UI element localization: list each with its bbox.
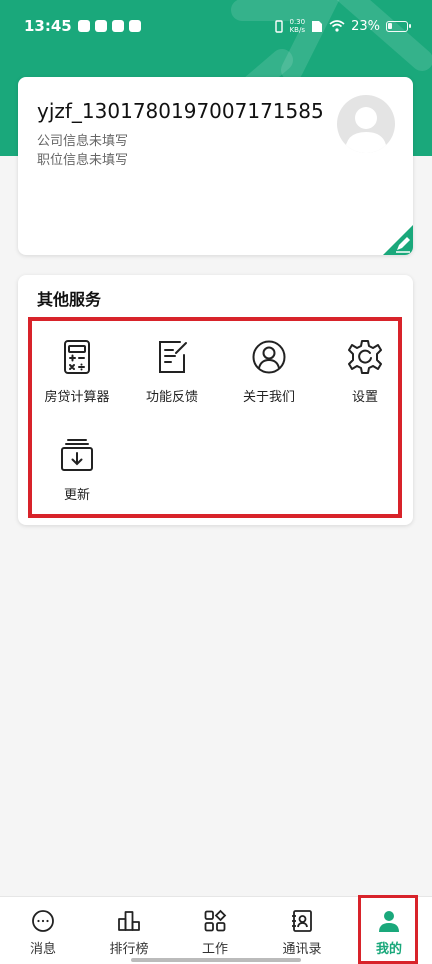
mortgage-calculator-button[interactable]: 房贷计算器 — [32, 323, 122, 413]
profile-card[interactable]: yjzf_1301780197007171585 公司信息未填写 职位信息未填写 — [18, 77, 413, 255]
wifi-icon — [329, 20, 345, 32]
about-us-button[interactable]: 关于我们 — [224, 323, 314, 413]
tiktok-notification-icon — [77, 20, 90, 32]
tab-ranking[interactable]: 排行榜 — [86, 897, 172, 964]
update-icon — [61, 439, 93, 471]
app-notification-icon-2 — [128, 20, 141, 32]
contacts-icon — [292, 910, 312, 932]
sim-icon — [312, 20, 323, 32]
service-label: 更新 — [63, 488, 90, 503]
app-notification-icon — [94, 20, 107, 32]
edit-profile-icon[interactable] — [383, 225, 413, 255]
battery-icon — [386, 20, 411, 32]
status-bar: 13:45 0.30 KB/s 23% — [0, 0, 432, 52]
active-tab-highlight — [358, 895, 418, 964]
network-speed: 0.30 KB/s — [290, 18, 306, 34]
company-info: 公司信息未填写 — [37, 134, 129, 149]
tab-work[interactable]: 工作 — [172, 897, 258, 964]
tab-label: 消息 — [29, 942, 56, 957]
network-speed-unit: KB/s — [289, 26, 305, 34]
user-circle-icon — [252, 340, 286, 374]
mail-notification-icon — [111, 20, 124, 32]
network-speed-value: 0.30 — [289, 18, 306, 26]
service-label: 设置 — [351, 390, 378, 405]
gear-icon — [348, 340, 382, 374]
tab-label: 工作 — [201, 942, 228, 957]
feedback-button[interactable]: 功能反馈 — [127, 323, 217, 413]
service-label: 关于我们 — [242, 390, 295, 405]
service-label: 房贷计算器 — [44, 390, 110, 405]
update-button[interactable]: 更新 — [32, 421, 122, 511]
other-services-card: 其他服务 房贷计算器 功能反馈 关于我们 设置 更新 — [18, 275, 413, 525]
username: yjzf_1301780197007171585 — [37, 99, 324, 123]
home-indicator[interactable] — [131, 958, 301, 962]
services-title: 其他服务 — [37, 290, 102, 309]
chat-icon — [32, 910, 54, 932]
battery-percent: 23% — [351, 18, 380, 34]
tab-label: 通讯录 — [282, 942, 322, 957]
services-grid: 房贷计算器 功能反馈 关于我们 设置 更新 — [28, 317, 402, 518]
feedback-icon — [159, 341, 187, 373]
tab-contacts[interactable]: 通讯录 — [259, 897, 345, 964]
status-time: 13:45 — [24, 17, 72, 35]
position-info: 职位信息未填写 — [37, 153, 129, 168]
tab-label: 排行榜 — [109, 942, 149, 957]
settings-button[interactable]: 设置 — [320, 323, 410, 413]
default-avatar-icon — [345, 107, 387, 153]
service-label: 功能反馈 — [145, 390, 198, 405]
vibrate-icon — [274, 19, 283, 33]
ranking-icon — [118, 911, 140, 931]
tab-messages[interactable]: 消息 — [0, 897, 86, 964]
avatar[interactable] — [337, 95, 395, 153]
calculator-icon — [64, 340, 90, 374]
grid-icon — [204, 909, 227, 932]
